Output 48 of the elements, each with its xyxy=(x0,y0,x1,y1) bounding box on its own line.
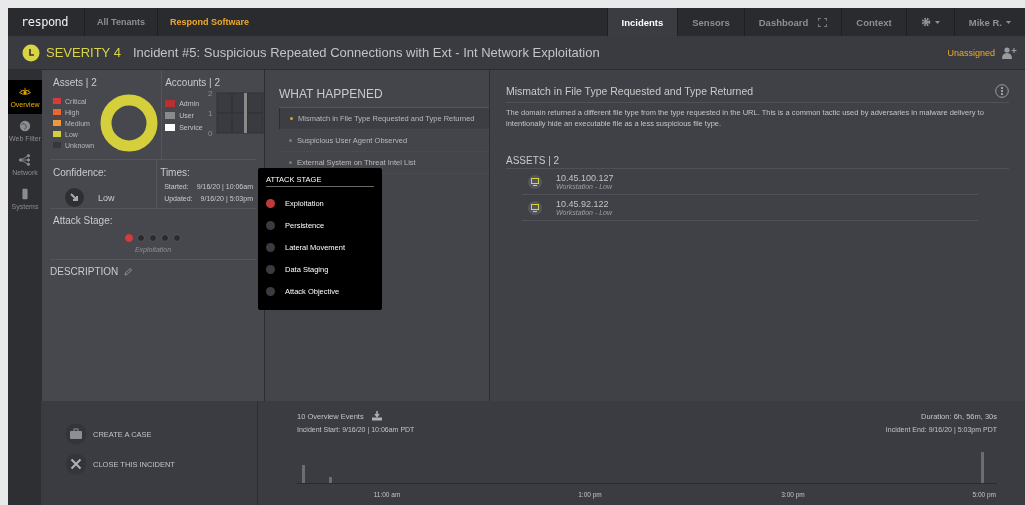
stage-dot[interactable] xyxy=(149,234,157,242)
arrow-down-right-icon xyxy=(65,188,84,207)
user-menu[interactable]: Mike R. xyxy=(953,8,1025,36)
close-icon xyxy=(64,453,87,475)
stage-dot[interactable] xyxy=(173,234,181,242)
logo[interactable]: respond xyxy=(8,8,86,36)
accounts-heading: Accounts | 2 xyxy=(165,77,222,88)
severity-icon xyxy=(22,43,40,62)
times-label: Times: xyxy=(160,167,191,178)
globe-icon xyxy=(19,120,31,132)
stage-dot[interactable] xyxy=(125,234,133,242)
monitor-icon xyxy=(528,200,542,215)
monitor-icon xyxy=(528,174,542,189)
attack-stage-label: Attack Stage: xyxy=(53,215,114,226)
add-user-icon[interactable] xyxy=(1001,46,1017,59)
severity-label: SEVERITY 4 xyxy=(46,45,121,60)
more-icon[interactable] xyxy=(995,84,1009,98)
tenant-link[interactable]: All Tenants xyxy=(85,8,158,36)
caret-icon xyxy=(934,20,940,24)
description-label: DESCRIPTION xyxy=(50,266,119,277)
nav-tab[interactable]: Dashboard xyxy=(743,8,842,36)
chart-bar xyxy=(243,93,247,133)
tenant-link[interactable]: Respond Software xyxy=(157,8,261,36)
expand-icon xyxy=(818,17,828,27)
axis-tick: 1 xyxy=(207,109,212,118)
nav-tab[interactable]: Sensors xyxy=(677,8,744,36)
confidence-label: Confidence: xyxy=(53,167,108,178)
caret-icon xyxy=(1006,20,1011,24)
briefcase-icon xyxy=(64,423,87,445)
incident-title: Incident #5: Suspicious Repeated Connections with Ext - Int Network Exploitation xyxy=(132,45,601,60)
assets-heading: ASSETS | 2 xyxy=(506,155,1009,169)
stage-dot[interactable] xyxy=(137,234,145,242)
assets-heading: Assets | 2 xyxy=(53,77,98,88)
stage-dot[interactable] xyxy=(161,234,169,242)
confidence-value: Low xyxy=(98,192,115,203)
phone-icon xyxy=(19,188,31,200)
network-icon xyxy=(19,154,31,166)
pencil-icon[interactable] xyxy=(124,267,133,276)
nav-tab[interactable]: Context xyxy=(841,8,906,36)
donut-chart xyxy=(100,94,159,152)
eye-icon xyxy=(19,86,31,98)
download-icon[interactable] xyxy=(371,411,382,421)
assignee-link[interactable]: Unassigned xyxy=(947,47,995,58)
nav-tab[interactable]: Incidents xyxy=(606,8,678,36)
settings-icon xyxy=(920,17,931,27)
detail-title: Mismatch in File Type Requested and Type Returned xyxy=(506,85,754,97)
asset-ip[interactable]: 10.45.100.127 xyxy=(556,173,614,183)
asset-ip[interactable]: 10.45.92.122 xyxy=(556,199,613,209)
